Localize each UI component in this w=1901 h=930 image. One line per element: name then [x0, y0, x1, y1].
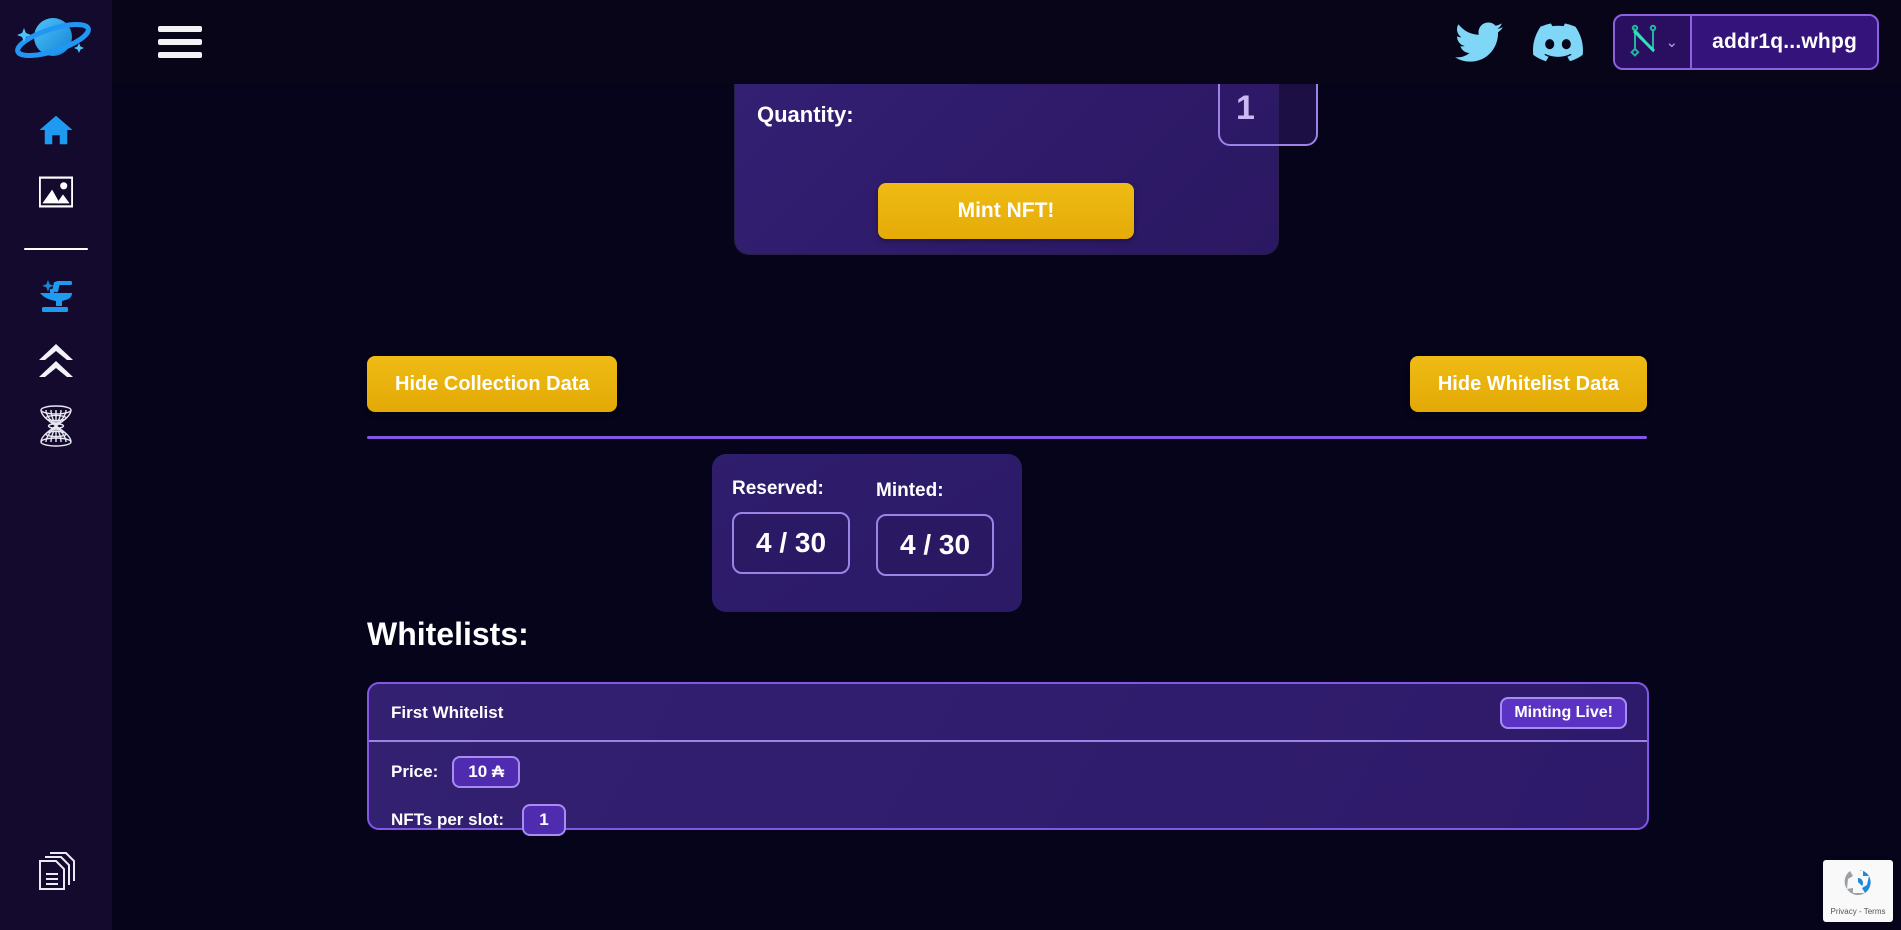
- wallet-selector[interactable]: ⌄: [1615, 16, 1693, 68]
- whitelist-name: First Whitelist: [391, 703, 504, 722]
- minted-value: 4 / 30: [876, 514, 994, 576]
- double-chevron-up-icon: [36, 341, 76, 388]
- recaptcha-icon: [1841, 866, 1875, 905]
- chevron-down-icon[interactable]: ⌄: [1665, 35, 1678, 50]
- whitelist-card: First Whitelist Minting Live! Price: 10 …: [367, 682, 1649, 836]
- wallet-address[interactable]: addr1q...whpg: [1692, 16, 1877, 68]
- twitter-icon[interactable]: [1455, 22, 1504, 62]
- app-root: ⌄ addr1q...whpg Quantity: 1 Mint NFT! Hi…: [0, 0, 1901, 930]
- section-divider: [367, 436, 1647, 439]
- recaptcha-badge[interactable]: Privacy - Terms: [1823, 860, 1893, 922]
- whitelist-slots-row: NFTs per slot: 1: [369, 788, 1647, 836]
- anvil-icon: [34, 276, 78, 321]
- main-content: Quantity: 1 Mint NFT! Hide Collection Da…: [112, 70, 1901, 930]
- planet-logo[interactable]: [13, 8, 99, 78]
- home-icon: [36, 112, 76, 153]
- collection-stats-card: Reserved: 4 / 30 Minted: 4 / 30: [712, 454, 1022, 612]
- sidebar-item-docs[interactable]: [28, 846, 84, 902]
- discord-icon[interactable]: [1533, 22, 1584, 62]
- hide-collection-data-button[interactable]: Hide Collection Data: [367, 356, 618, 412]
- hamburger-icon[interactable]: [158, 26, 202, 58]
- sidebar-item-upgrade[interactable]: [28, 336, 84, 392]
- wormhole-icon: [34, 404, 78, 452]
- gallery-icon: [37, 175, 75, 214]
- minted-stat: Minted: 4 / 30: [876, 480, 994, 576]
- mint-nft-button[interactable]: Mint NFT!: [878, 183, 1134, 239]
- reserved-stat: Reserved: 4 / 30: [732, 478, 850, 576]
- price-label: Price:: [391, 762, 439, 781]
- reserved-label: Reserved:: [732, 478, 824, 499]
- nami-wallet-icon: [1629, 23, 1659, 62]
- hide-whitelist-data-button[interactable]: Hide Whitelist Data: [1409, 356, 1647, 412]
- slots-label: NFTs per slot:: [391, 810, 505, 829]
- sidebar: [0, 0, 112, 930]
- minted-label: Minted:: [876, 480, 944, 501]
- topbar-actions: ⌄ addr1q...whpg: [1455, 14, 1879, 70]
- status-badge[interactable]: Minting Live!: [1500, 697, 1627, 729]
- reserved-value: 4 / 30: [732, 512, 850, 574]
- whitelist-card-header: First Whitelist Minting Live!: [369, 684, 1647, 742]
- top-bar: ⌄ addr1q...whpg: [112, 0, 1901, 84]
- recaptcha-text: Privacy - Terms: [1830, 907, 1886, 916]
- whitelists-heading: Whitelists:: [367, 616, 529, 652]
- wallet-button[interactable]: ⌄ addr1q...whpg: [1613, 14, 1879, 70]
- sidebar-divider: [24, 248, 88, 250]
- sidebar-item-home[interactable]: [28, 104, 84, 160]
- sidebar-item-forge[interactable]: [28, 270, 84, 326]
- whitelist-price-row: Price: 10 ₳: [369, 742, 1647, 788]
- sidebar-item-gallery[interactable]: [28, 166, 84, 222]
- price-value: 10 ₳: [452, 756, 521, 788]
- mint-card: Quantity: 1 Mint NFT!: [735, 70, 1318, 254]
- quantity-row: Quantity: 1: [757, 70, 1318, 146]
- slots-value: 1: [522, 804, 567, 836]
- quantity-label: Quantity:: [757, 102, 854, 127]
- sidebar-item-wormhole[interactable]: [28, 400, 84, 456]
- documents-icon: [36, 851, 76, 898]
